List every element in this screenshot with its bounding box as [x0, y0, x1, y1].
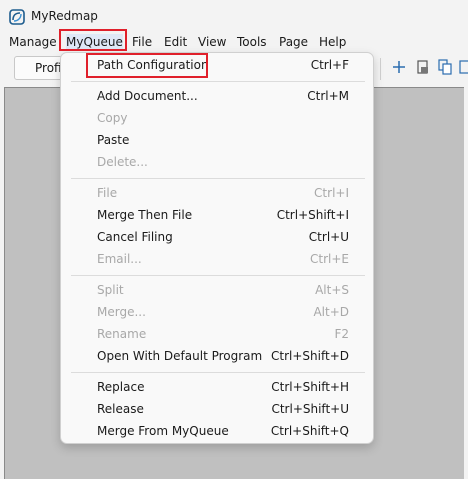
menu-item-split: Split Alt+S	[61, 280, 373, 302]
menu-item-delete: Delete...	[61, 152, 373, 174]
menu-item-label: Merge From MyQueue	[97, 424, 229, 438]
menu-item-shortcut: Ctrl+F	[310, 58, 349, 72]
menu-item-path-configuration[interactable]: Path Configuration Ctrl+F	[61, 55, 373, 77]
menu-item-shortcut: Ctrl+E	[310, 252, 349, 266]
menu-item-label: Release	[97, 402, 144, 416]
menu-item-shortcut: F2	[334, 327, 349, 341]
menu-item-file: File Ctrl+I	[61, 183, 373, 205]
menu-item-shortcut: Ctrl+Shift+H	[271, 380, 349, 394]
myqueue-dropdown-menu: Path Configuration Ctrl+F Add Document..…	[60, 52, 374, 444]
plus-icon[interactable]	[391, 59, 407, 75]
menu-item-label: Cancel Filing	[97, 230, 173, 244]
menu-item-rename: Rename F2	[61, 324, 373, 346]
menu-item-release[interactable]: Release Ctrl+Shift+U	[61, 399, 373, 421]
menu-item-shortcut: Ctrl+M	[307, 89, 349, 103]
menu-page[interactable]: Page	[279, 34, 308, 50]
menu-item-label: Path Configuration	[97, 58, 209, 72]
menu-item-label: Delete...	[97, 155, 148, 169]
menu-item-label: Paste	[97, 133, 130, 147]
menu-item-label: Copy	[97, 111, 128, 125]
menu-separator	[71, 372, 365, 373]
profile-button-label: Profi	[35, 61, 62, 75]
menu-item-shortcut: Ctrl+U	[308, 230, 349, 244]
menu-view[interactable]: View	[198, 34, 226, 50]
menu-item-email: Email... Ctrl+E	[61, 249, 373, 271]
menu-item-merge: Merge... Alt+D	[61, 302, 373, 324]
menu-file[interactable]: File	[132, 34, 152, 50]
menu-myqueue[interactable]: MyQueue	[66, 34, 123, 50]
menu-item-shortcut: Ctrl+Shift+I	[276, 208, 349, 222]
menu-item-shortcut: Alt+D	[313, 305, 349, 319]
menu-item-copy: Copy	[61, 108, 373, 130]
copy-document-icon[interactable]	[437, 59, 453, 75]
menu-item-label: File	[97, 186, 118, 200]
menu-bar: Manage MyQueue File Edit View Tools Page…	[0, 32, 468, 52]
menu-item-shortcut: Ctrl+I	[314, 186, 349, 200]
menu-item-label: Add Document...	[97, 89, 198, 103]
menu-item-shortcut: Ctrl+Shift+Q	[270, 424, 349, 438]
menu-separator	[71, 275, 365, 276]
toolbar-separator	[380, 58, 381, 80]
menu-item-merge-from-myqueue[interactable]: Merge From MyQueue Ctrl+Shift+Q	[61, 421, 373, 443]
menu-item-open-with-default-program[interactable]: Open With Default Program Ctrl+Shift+D	[61, 346, 373, 368]
menu-item-replace[interactable]: Replace Ctrl+Shift+H	[61, 377, 373, 399]
menu-item-label: Merge Then File	[97, 208, 193, 222]
menu-item-label: Rename	[97, 327, 147, 341]
document-stamp-icon[interactable]	[415, 59, 431, 75]
document-icon[interactable]	[458, 59, 468, 75]
menu-manage[interactable]: Manage	[9, 34, 57, 50]
menu-item-label: Open With Default Program	[97, 349, 263, 363]
menu-separator	[71, 178, 365, 179]
menu-item-shortcut: Ctrl+Shift+D	[271, 349, 349, 363]
menu-edit[interactable]: Edit	[164, 34, 187, 50]
menu-item-add-document[interactable]: Add Document... Ctrl+M	[61, 86, 373, 108]
title-bar: MyRedmap	[0, 0, 468, 32]
menu-item-label: Email...	[97, 252, 142, 266]
menu-item-label: Replace	[97, 380, 145, 394]
menu-item-shortcut: Ctrl+Shift+U	[271, 402, 349, 416]
menu-item-label: Merge...	[97, 305, 146, 319]
menu-item-cancel-filing[interactable]: Cancel Filing Ctrl+U	[61, 227, 373, 249]
app-title: MyRedmap	[31, 9, 98, 23]
menu-separator	[71, 81, 365, 82]
menu-help[interactable]: Help	[319, 34, 346, 50]
menu-item-shortcut: Alt+S	[315, 283, 349, 297]
menu-item-merge-then-file[interactable]: Merge Then File Ctrl+Shift+I	[61, 205, 373, 227]
menu-item-paste[interactable]: Paste	[61, 130, 373, 152]
redmap-logo-icon	[9, 9, 25, 25]
menu-tools[interactable]: Tools	[237, 34, 267, 50]
menu-item-label: Split	[97, 283, 124, 297]
